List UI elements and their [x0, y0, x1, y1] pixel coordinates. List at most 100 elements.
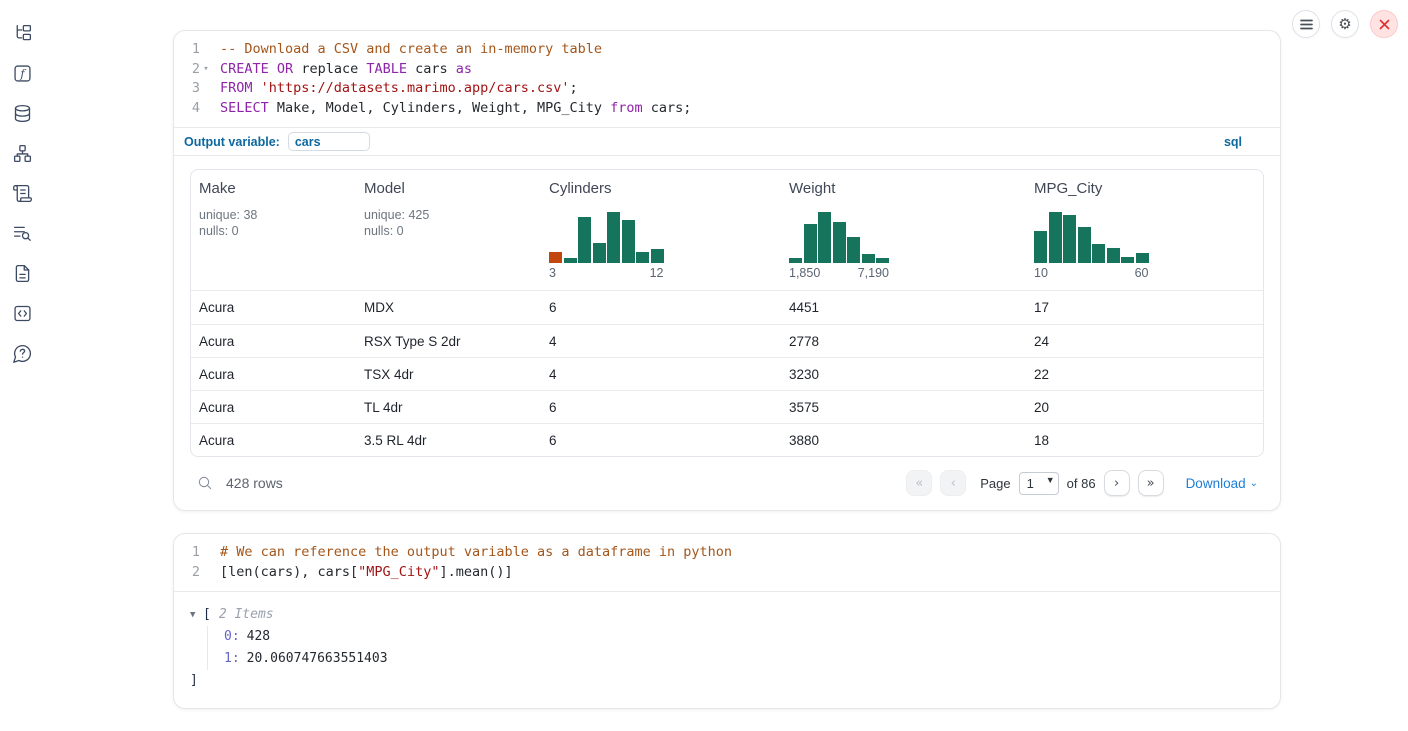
histogram-bars — [549, 209, 664, 263]
histogram-bar — [549, 252, 562, 263]
column-title: Model — [364, 180, 533, 197]
database-icon — [12, 103, 33, 124]
table-cell: 6 — [541, 400, 781, 415]
histogram-bar — [636, 252, 649, 263]
next-page-button[interactable]: › — [1104, 470, 1130, 496]
code-line: 1# We can reference the output variable … — [174, 543, 1280, 563]
search-icon — [197, 475, 213, 491]
table-cell: 6 — [541, 433, 781, 448]
column-header-weight[interactable]: Weight1,8507,190 — [781, 170, 1026, 290]
chevron-right-icon: › — [1114, 476, 1119, 491]
fold-chevron-icon — [200, 563, 212, 583]
histogram-bar — [818, 212, 831, 263]
page-select[interactable]: 1 — [1019, 472, 1059, 495]
sidebar-item-scratchpad[interactable] — [9, 180, 35, 206]
column-header-model[interactable]: Modelunique: 425nulls: 0 — [356, 170, 541, 290]
dependency-graph-icon — [12, 143, 33, 164]
document-icon — [12, 263, 33, 284]
table-cell: 24 — [1026, 334, 1263, 349]
settings-button[interactable]: ⚙ — [1331, 10, 1359, 38]
output-variable-input[interactable] — [288, 132, 370, 151]
tree-collapse-icon[interactable]: ▼ — [190, 604, 203, 626]
prev-page-button[interactable]: ‹ — [940, 470, 966, 496]
python-code-editor[interactable]: 1# We can reference the output variable … — [174, 534, 1280, 591]
close-icon — [1379, 19, 1390, 30]
table-cell: 4451 — [781, 300, 1026, 315]
python-cell: 1# We can reference the output variable … — [173, 533, 1281, 709]
histogram-bar — [876, 258, 889, 263]
sql-output-area: Makeunique: 38nulls: 0Modelunique: 425nu… — [174, 156, 1280, 510]
histogram-bar — [622, 220, 635, 263]
column-stat: unique: 425 — [364, 207, 533, 223]
chevrons-right-icon: » — [1147, 476, 1155, 491]
code-line: 3FROM 'https://datasets.marimo.app/cars.… — [174, 79, 1280, 99]
sidebar-item-logs[interactable] — [9, 220, 35, 246]
sql-code-lines: 1-- Download a CSV and create an in-memo… — [174, 40, 1280, 118]
table-search-button[interactable] — [196, 474, 214, 492]
sidebar-item-documentation[interactable] — [9, 260, 35, 286]
code-line: 2▾CREATE OR replace TABLE cars as — [174, 60, 1280, 80]
svg-text:f: f — [19, 66, 26, 80]
table-cell: 22 — [1026, 367, 1263, 382]
code-line: 4SELECT Make, Model, Cylinders, Weight, … — [174, 99, 1280, 119]
tree-key: 1: — [224, 651, 240, 666]
column-header-cylinders[interactable]: Cylinders312 — [541, 170, 781, 290]
histogram-bar — [593, 243, 606, 263]
line-number: 4 — [174, 99, 200, 119]
axis-min-label: 1,850 — [789, 266, 820, 280]
table-cell: 3880 — [781, 433, 1026, 448]
chevrons-left-icon: « — [915, 476, 923, 491]
table-cell: 18 — [1026, 433, 1263, 448]
histogram: 1060 — [1034, 209, 1149, 280]
histogram-bar — [862, 254, 875, 263]
axis-max-label: 7,190 — [858, 266, 889, 280]
table-row: Acura3.5 RL 4dr6388018 — [191, 423, 1263, 456]
sql-code-editor[interactable]: 1-- Download a CSV and create an in-memo… — [174, 31, 1280, 127]
column-header-mpg_city[interactable]: MPG_City 1060 — [1026, 170, 1263, 290]
histogram-bar — [789, 258, 802, 263]
download-button[interactable]: Download ⌄ — [1186, 476, 1258, 491]
tree-value: 428 — [247, 629, 270, 644]
menu-button[interactable] — [1292, 10, 1320, 38]
histogram-bar — [1034, 231, 1047, 263]
fold-chevron-icon[interactable]: ▾ — [200, 60, 212, 80]
row-count: 428 rows — [226, 475, 283, 491]
tree-children: 0:4281:20.060747663551403 — [207, 626, 1264, 670]
histogram-bar — [1107, 248, 1120, 263]
axis-max-label: 12 — [650, 266, 664, 280]
tree-items-count: 2 Items — [219, 604, 274, 626]
table-body: AcuraMDX6445117AcuraRSX Type S 2dr427782… — [191, 291, 1263, 456]
data-table: Makeunique: 38nulls: 0Modelunique: 425nu… — [190, 169, 1264, 457]
sidebar-item-variables[interactable]: f — [9, 60, 35, 86]
histogram-bar — [1049, 212, 1062, 263]
topbar: ⚙ — [1292, 10, 1398, 38]
sidebar-item-snippets[interactable] — [9, 300, 35, 326]
column-title: Cylinders — [549, 180, 773, 197]
table-cell: RSX Type S 2dr — [356, 334, 541, 349]
fold-chevron-icon — [200, 40, 212, 60]
table-cell: TL 4dr — [356, 400, 541, 415]
histogram-bar — [651, 249, 664, 263]
output-variable-bar: Output variable: sql — [174, 127, 1280, 156]
gear-icon: ⚙ — [1338, 15, 1351, 33]
python-code-lines: 1# We can reference the output variable … — [174, 543, 1280, 582]
table-cell: 2778 — [781, 334, 1026, 349]
sidebar-item-file-explorer[interactable] — [9, 20, 35, 46]
table-cell: 4 — [541, 334, 781, 349]
first-page-button[interactable]: « — [906, 470, 932, 496]
tree-key: 0: — [224, 629, 240, 644]
python-output-tree: ▼ [ 2 Items 0:4281:20.060747663551403 ] — [174, 592, 1280, 708]
shutdown-button[interactable] — [1370, 10, 1398, 38]
tree-open-bracket: [ — [203, 604, 211, 626]
code-line: 2[len(cars), cars["MPG_City"].mean()] — [174, 563, 1280, 583]
sidebar-item-help[interactable] — [9, 340, 35, 366]
page-total-label: of 86 — [1067, 476, 1096, 491]
last-page-button[interactable]: » — [1138, 470, 1164, 496]
column-header-make[interactable]: Makeunique: 38nulls: 0 — [191, 170, 356, 290]
sidebar-item-datasources[interactable] — [9, 100, 35, 126]
line-number: 1 — [174, 543, 200, 563]
column-title: MPG_City — [1034, 180, 1255, 197]
histogram-bars — [1034, 209, 1149, 263]
sidebar-item-dependency-graph[interactable] — [9, 140, 35, 166]
line-number: 2 — [174, 563, 200, 583]
